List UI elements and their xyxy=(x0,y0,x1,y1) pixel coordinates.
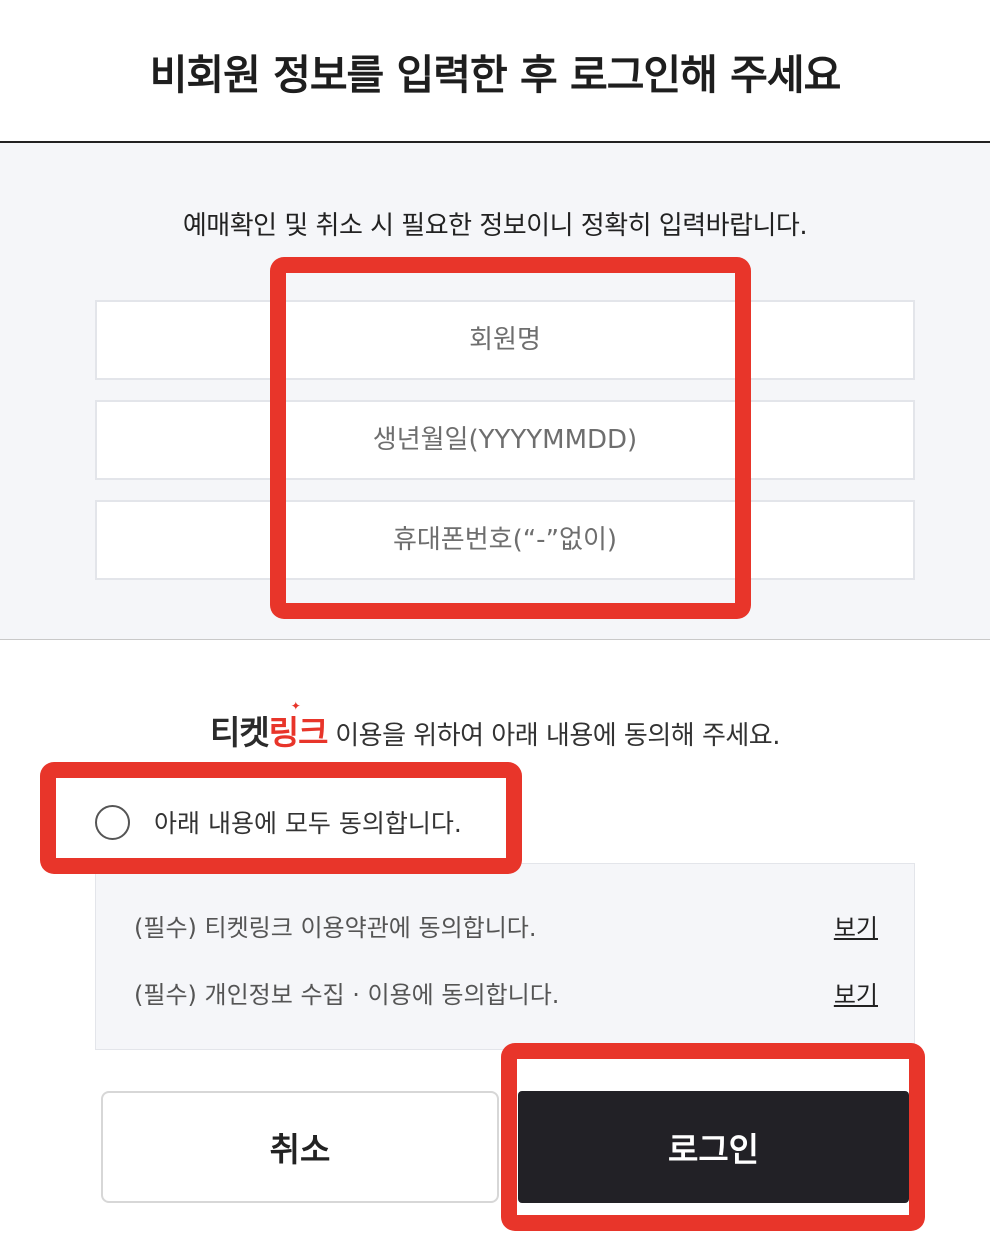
birthdate-input[interactable] xyxy=(97,402,913,478)
page-header: 비회원 정보를 입력한 후 로그인해 주세요 xyxy=(0,0,990,143)
member-name-field xyxy=(95,300,915,380)
radio-circle-icon[interactable] xyxy=(95,804,130,840)
phone-field xyxy=(95,500,915,580)
view-service-terms-link[interactable]: 보기 xyxy=(834,908,878,943)
term-item-privacy: (필수) 개인정보 수집 · 이용에 동의합니다. 보기 xyxy=(134,972,878,1012)
nonmember-login-page: 비회원 정보를 입력한 후 로그인해 주세요 예매확인 및 취소 시 필요한 정… xyxy=(0,0,990,1256)
phone-number-input[interactable] xyxy=(97,502,913,578)
term-label-service: (필수) 티켓링크 이용약관에 동의합니다. xyxy=(134,913,537,942)
logo-text-link: 링크 xyxy=(269,713,329,752)
term-item-service: (필수) 티켓링크 이용약관에 동의합니다. 보기 xyxy=(134,905,878,945)
page-title: 비회원 정보를 입력한 후 로그인해 주세요 xyxy=(149,50,842,99)
form-notice: 예매확인 및 취소 시 필요한 정보이니 정확히 입력바랍니다. xyxy=(182,211,808,241)
agreement-heading: 티켓링크 이용을 위하여 아래 내용에 동의해 주세요. xyxy=(0,706,990,754)
ticketlink-logo: 티켓링크 xyxy=(210,713,329,752)
agreement-heading-text: 이용을 위하여 아래 내용에 동의해 주세요. xyxy=(327,721,780,751)
cancel-button[interactable]: 취소 xyxy=(101,1091,499,1203)
login-button[interactable]: 로그인 xyxy=(518,1091,909,1203)
agree-all-label: 아래 내용에 모두 동의합니다. xyxy=(154,809,462,838)
logo-text-ticket: 티켓 xyxy=(210,713,270,752)
terms-list: (필수) 티켓링크 이용약관에 동의합니다. 보기 (필수) 개인정보 수집 ·… xyxy=(95,863,915,1050)
agreement-section: 티켓링크 이용을 위하여 아래 내용에 동의해 주세요. 아래 내용에 모두 동… xyxy=(0,641,990,1256)
nonmember-info-form: 예매확인 및 취소 시 필요한 정보이니 정확히 입력바랍니다. xyxy=(0,143,990,640)
view-privacy-terms-link[interactable]: 보기 xyxy=(834,975,878,1010)
agree-all-radio[interactable]: 아래 내용에 모두 동의합니다. xyxy=(95,804,462,840)
birthdate-field xyxy=(95,400,915,480)
member-name-input[interactable] xyxy=(97,302,913,378)
term-label-privacy: (필수) 개인정보 수집 · 이용에 동의합니다. xyxy=(134,980,560,1009)
